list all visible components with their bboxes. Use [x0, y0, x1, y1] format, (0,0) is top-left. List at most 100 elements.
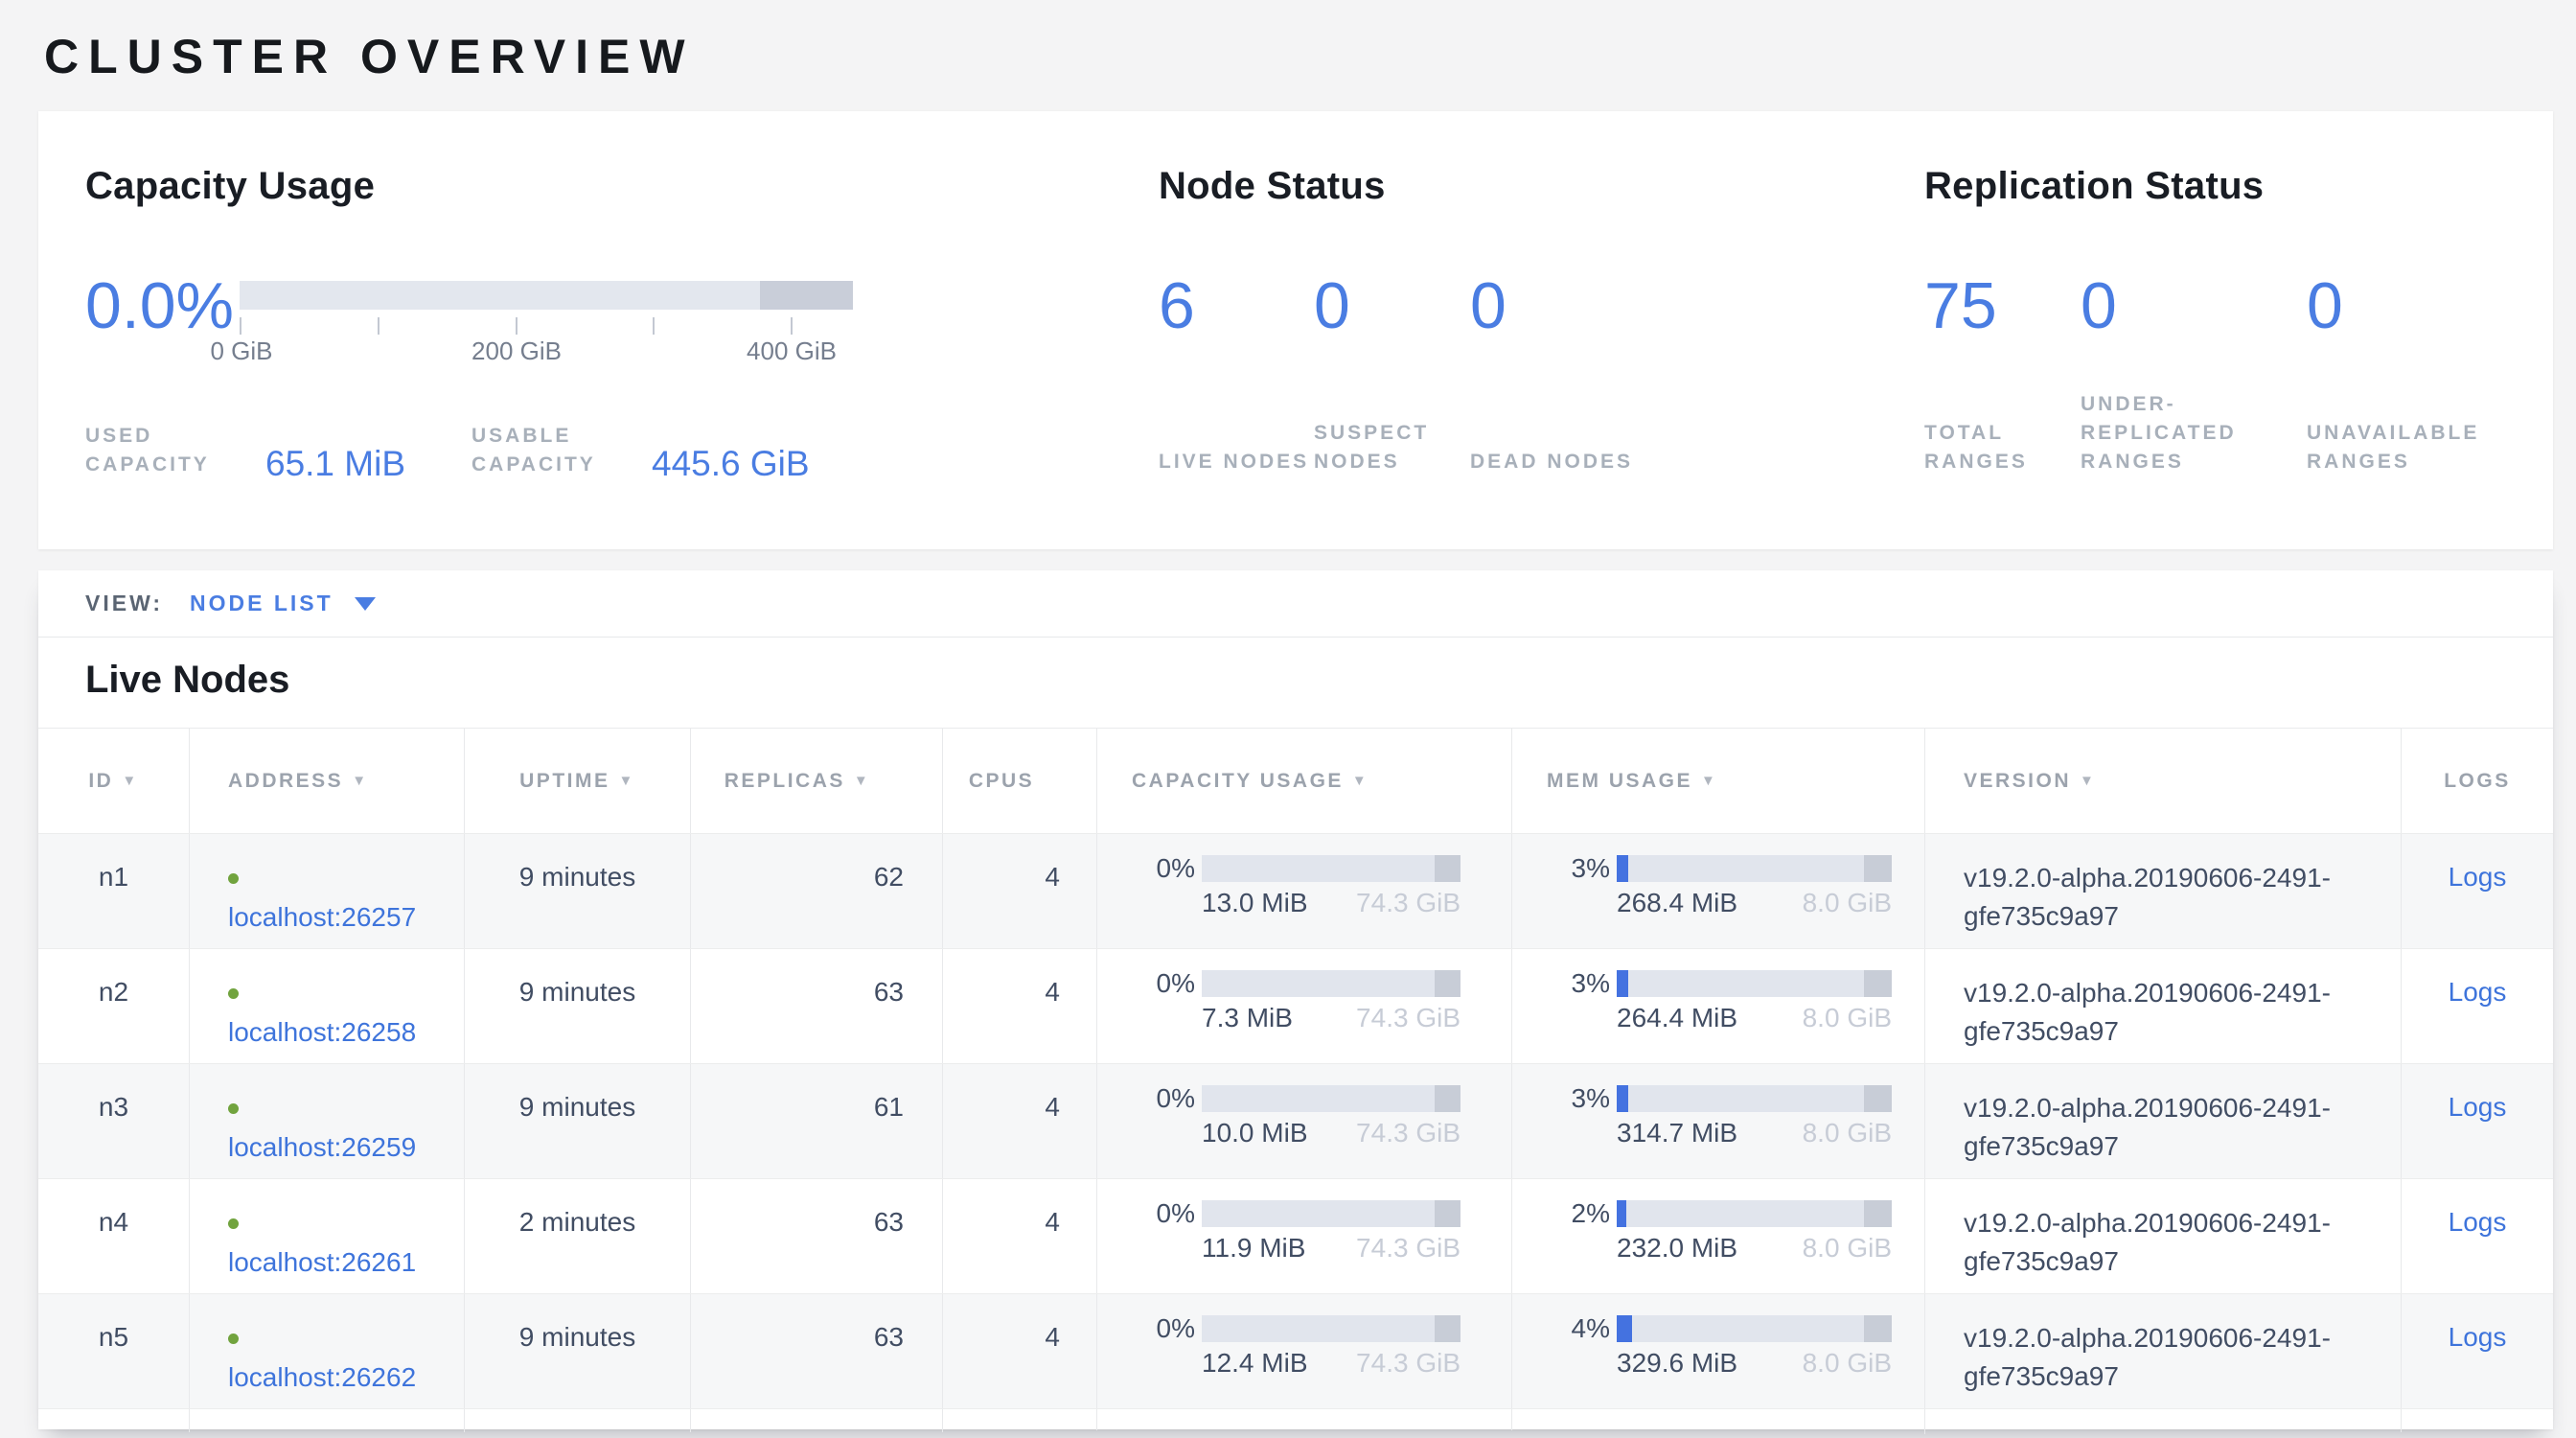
node-id-cell: n4	[38, 1179, 189, 1293]
cpus-cell: 4	[942, 834, 1096, 948]
dropdown-caret-icon[interactable]	[355, 597, 376, 611]
replicas-cell: 61	[690, 1064, 942, 1178]
uptime-cell: 9 minutes	[464, 1294, 690, 1408]
logs-link[interactable]: Logs	[2449, 862, 2507, 892]
suspect-nodes-value: 0	[1314, 267, 1470, 344]
capacity-bar	[1202, 1200, 1460, 1227]
axis-tick-label: 200 GiB	[472, 336, 562, 366]
mem-usage-meter: 3% 264.4 MiB 8.0 GiB	[1512, 970, 1924, 1034]
mem-dark-segment	[1864, 1200, 1892, 1227]
live-status-dot	[228, 873, 239, 884]
version-cell: v19.2.0-alpha.20190606-2491-gfe735c9a97	[1924, 1179, 2401, 1293]
column-header-address[interactable]: ADDRESS ▼	[189, 729, 464, 833]
live-nodes-value: 6	[1159, 267, 1314, 344]
capacity-usage-cell: 0% 12.4 MiB 74.3 GiB	[1096, 1294, 1511, 1408]
node-address-link[interactable]: localhost:26259	[228, 1132, 416, 1162]
column-header-replicas[interactable]: REPLICAS ▼	[690, 729, 942, 833]
mem-total-value: 8.0 GiB	[1803, 1117, 1892, 1149]
used-capacity-label: USED CAPACITY	[85, 422, 250, 479]
capacity-bar	[1202, 855, 1460, 882]
table-row: n4 localhost:26261 2 minutes 63 4 0% 11.…	[38, 1178, 2553, 1293]
capacity-usage-meter: 0% 13.0 MiB 74.3 GiB	[1097, 855, 1511, 919]
table-row: n3 localhost:26259 9 minutes 61 4 0% 10.…	[38, 1063, 2553, 1178]
live-status-dot	[228, 1103, 239, 1114]
sort-icon[interactable]: ▼	[2080, 762, 2096, 800]
version-text: v19.2.0-alpha.20190606-2491-gfe735c9a97	[1964, 974, 2385, 1051]
cpus-cell: 4	[942, 1064, 1096, 1178]
live-nodes-stat: 6 LIVE NODES	[1159, 267, 1314, 476]
mem-percent-label: 3%	[1512, 855, 1610, 919]
version-cell: v19.2.0-alpha.20190606-2491-gfe735c9a97	[1924, 834, 2401, 948]
mem-fill	[1617, 970, 1628, 997]
capacity-usage-chart: 0.0% 0 GiB 200 GiB 400	[85, 267, 1120, 365]
column-header-uptime[interactable]: UPTIME ▼	[464, 729, 690, 833]
capacity-total-value: 74.3 GiB	[1356, 1117, 1460, 1149]
replication-status-title: Replication Status	[1924, 165, 2553, 208]
replication-status-section: Replication Status 75 TOTAL RANGES 0 UND…	[1924, 165, 2553, 476]
version-cell: v19.2.0-alpha.20190606-2491-gfe735c9a97	[1924, 1294, 2401, 1408]
suspect-nodes-stat: 0 SUSPECT NODES	[1314, 267, 1470, 476]
node-address-cell: localhost:26259	[189, 1064, 464, 1178]
mem-used-value: 232.0 MiB	[1617, 1232, 1737, 1264]
sort-icon[interactable]: ▼	[352, 773, 368, 789]
capacity-total-value: 74.3 GiB	[1356, 887, 1460, 919]
capacity-dark-segment	[1435, 1200, 1460, 1227]
table-row: n1 localhost:26257 9 minutes 62 4 0% 13.…	[38, 833, 2553, 948]
uptime-cell: 9 minutes	[464, 949, 690, 1063]
column-header-version[interactable]: VERSION ▼	[1924, 729, 2401, 833]
capacity-axis-ticks	[240, 310, 853, 335]
nodes-panel: VIEW: NODE LIST Live Nodes ID ▼ ADDRESS …	[38, 570, 2553, 1429]
uptime-cell: 9 minutes	[464, 1064, 690, 1178]
logs-link[interactable]: Logs	[2449, 1207, 2507, 1237]
mem-total-value: 8.0 GiB	[1803, 887, 1892, 919]
sort-icon[interactable]: ▼	[854, 773, 870, 789]
axis-tick	[240, 317, 242, 335]
used-capacity-stat: USED CAPACITY 65.1 MiB	[85, 422, 472, 479]
under-replicated-ranges-label: UNDER-REPLICATED RANGES	[2081, 390, 2251, 476]
axis-tick	[791, 317, 793, 335]
replicas-cell: 63	[690, 1294, 942, 1408]
table-row: n5 localhost:26262 9 minutes 63 4 0% 12.…	[38, 1293, 2553, 1408]
sort-icon[interactable]: ▼	[1701, 773, 1717, 789]
replicas-cell: 63	[690, 1179, 942, 1293]
node-address-link[interactable]: localhost:26262	[228, 1362, 416, 1392]
view-selector[interactable]: NODE LIST	[190, 591, 334, 616]
column-header-id[interactable]: ID ▼	[38, 729, 189, 833]
version-text: v19.2.0-alpha.20190606-2491-gfe735c9a97	[1964, 1089, 2385, 1166]
cpus-cell: 4	[942, 1179, 1096, 1293]
under-replicated-ranges-value: 0	[2081, 267, 2307, 344]
node-address-link[interactable]: localhost:26261	[228, 1247, 416, 1277]
mem-bar	[1617, 970, 1892, 997]
node-id-cell: n3	[38, 1064, 189, 1178]
sort-icon[interactable]: ▼	[1352, 773, 1368, 789]
live-status-dot	[228, 1218, 239, 1229]
node-address-cell: localhost:26257	[189, 834, 464, 948]
node-address-link[interactable]: localhost:26258	[228, 1017, 416, 1047]
suspect-nodes-label: SUSPECT NODES	[1314, 419, 1484, 476]
dead-nodes-value: 0	[1470, 267, 1662, 344]
logs-link[interactable]: Logs	[2449, 1092, 2507, 1122]
sort-icon[interactable]: ▼	[618, 773, 634, 789]
capacity-percent-label: 0%	[1097, 1200, 1195, 1264]
mem-percent-label: 3%	[1512, 1085, 1610, 1149]
table-title-wrap: Live Nodes	[38, 638, 2553, 728]
unavailable-ranges-stat: 0 UNAVAILABLE RANGES	[2307, 267, 2553, 476]
column-header-mem-usage[interactable]: MEM USAGE ▼	[1511, 729, 1924, 833]
cpus-cell: 4	[942, 1294, 1096, 1408]
column-header-cpus: CPUS	[942, 729, 1096, 833]
logs-link[interactable]: Logs	[2449, 977, 2507, 1007]
mem-dark-segment	[1864, 855, 1892, 882]
capacity-bar-dark-segment	[760, 281, 853, 310]
partial-next-row	[38, 1408, 2553, 1429]
usable-capacity-stat: USABLE CAPACITY 445.6 GiB	[472, 422, 810, 479]
usable-capacity-label: USABLE CAPACITY	[472, 422, 636, 479]
replication-stats: 75 TOTAL RANGES 0 UNDER-REPLICATED RANGE…	[1924, 267, 2553, 476]
capacity-bar	[1202, 1085, 1460, 1112]
mem-percent-label: 4%	[1512, 1315, 1610, 1380]
sort-icon[interactable]: ▼	[122, 773, 138, 789]
node-address-link[interactable]: localhost:26257	[228, 902, 416, 932]
column-header-capacity-usage[interactable]: CAPACITY USAGE ▼	[1096, 729, 1511, 833]
capacity-used-value: 13.0 MiB	[1202, 887, 1308, 919]
version-text: v19.2.0-alpha.20190606-2491-gfe735c9a97	[1964, 1204, 2385, 1281]
logs-link[interactable]: Logs	[2449, 1322, 2507, 1352]
